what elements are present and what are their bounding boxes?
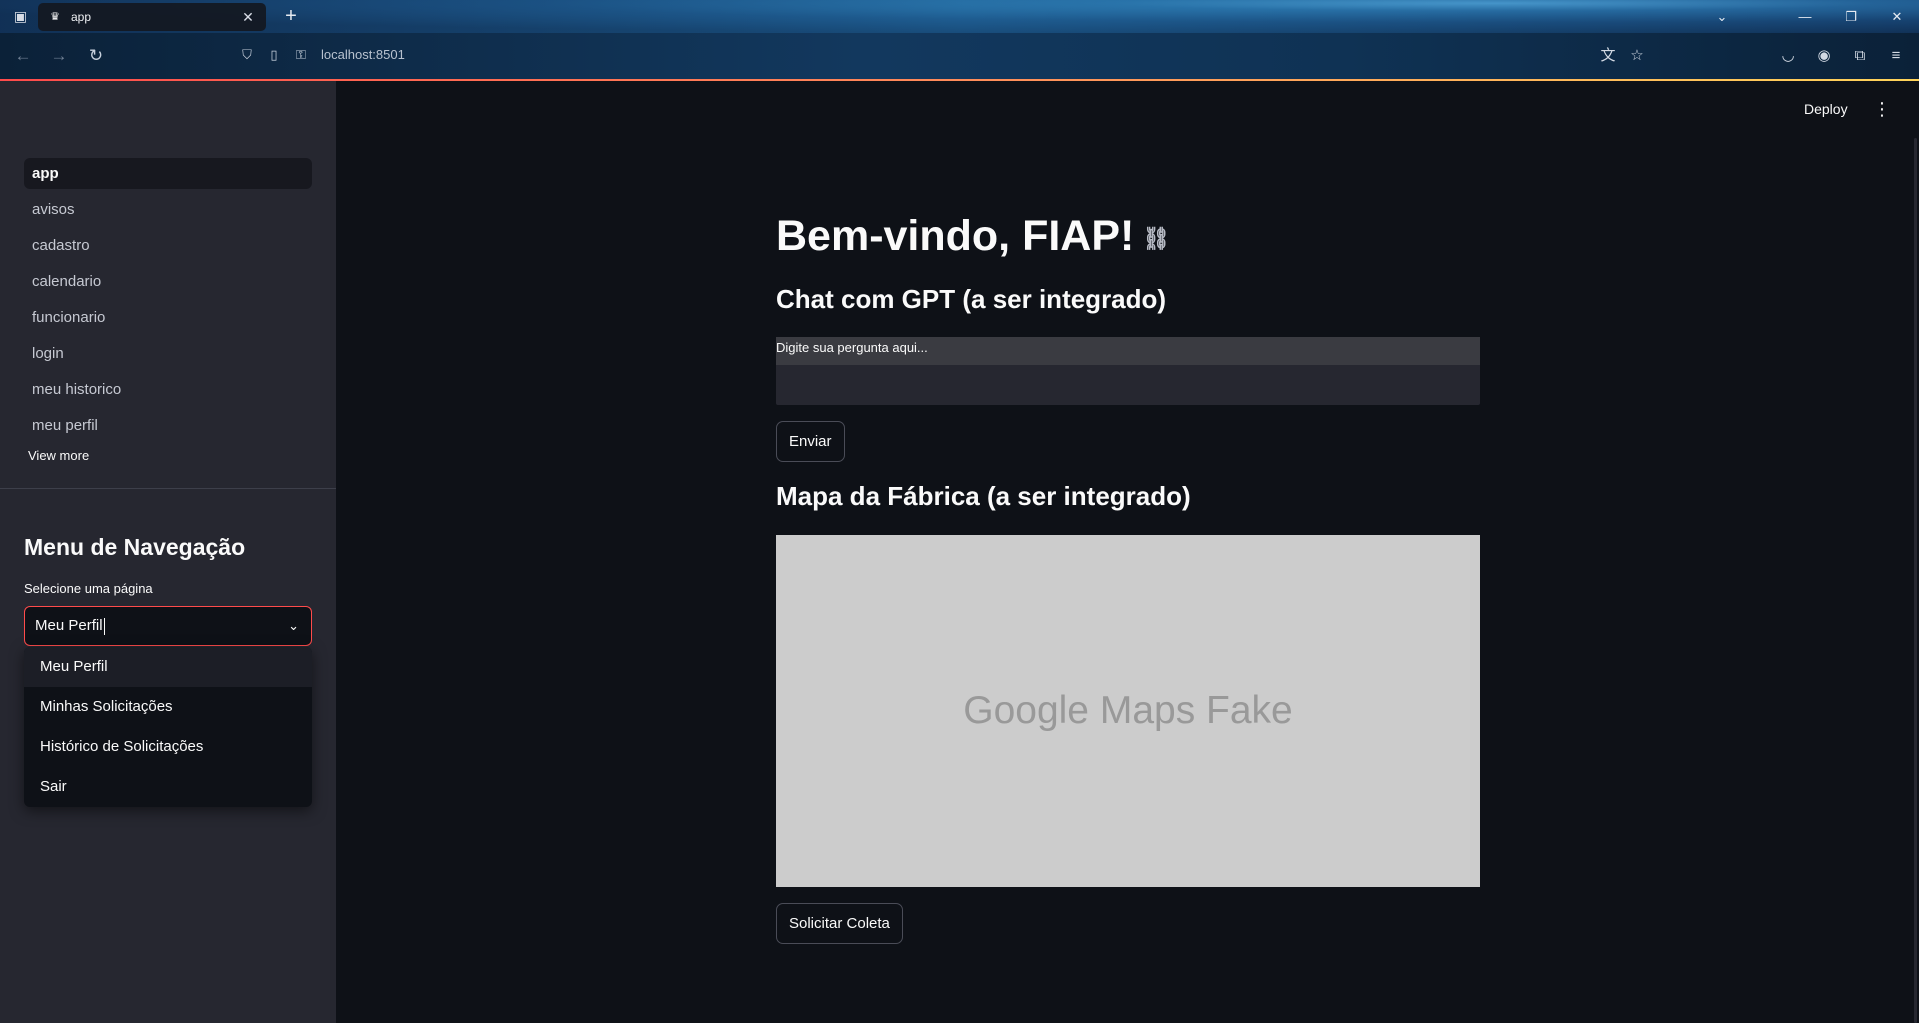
page-title-text: Bem-vindo, FIAP! <box>776 212 1135 260</box>
page-select[interactable]: Meu Perfil ⌄ <box>24 606 312 646</box>
map-image: Google Maps Fake <box>776 535 1480 887</box>
chat-input[interactable]: Digite sua pergunta aqui... <box>776 337 1480 405</box>
scrollbar[interactable] <box>1914 138 1917 1023</box>
account-icon[interactable]: ◉ <box>1813 45 1835 67</box>
page-title: Bem-vindo, FIAP! ⛓ <box>776 212 1170 261</box>
streamlit-app: app avisos cadastro calendario funcionar… <box>0 81 1919 1023</box>
restore-icon[interactable]: ❐ <box>1831 0 1871 33</box>
key-icon[interactable]: ⚿ <box>293 47 309 63</box>
streamlit-favicon-icon: ♛ <box>50 11 60 23</box>
sidebar-item-meu-perfil[interactable]: meu perfil <box>24 410 312 441</box>
browser-tab[interactable]: ♛ app ✕ <box>38 3 266 31</box>
sidebar-item-app[interactable]: app <box>24 158 312 189</box>
bookmark-star-icon[interactable]: ☆ <box>1626 45 1648 67</box>
minimize-icon[interactable]: — <box>1785 0 1825 33</box>
close-window-icon[interactable]: ✕ <box>1877 0 1917 33</box>
chevron-down-icon[interactable]: ⌄ <box>288 607 299 645</box>
page-nav: app avisos cadastro calendario funcionar… <box>24 158 312 446</box>
select-label: Selecione uma página <box>24 581 153 596</box>
sidebar-item-meu-historico[interactable]: meu historico <box>24 374 312 405</box>
option-meu-perfil[interactable]: Meu Perfil <box>24 647 312 687</box>
select-value: Meu Perfil <box>35 617 103 634</box>
new-tab-icon[interactable]: + <box>280 5 302 27</box>
tab-overview-icon[interactable]: ▣ <box>12 8 29 25</box>
forward-icon[interactable]: → <box>48 45 70 67</box>
text-cursor <box>103 617 105 635</box>
anchor-link-icon[interactable]: ⛓ <box>1142 226 1170 252</box>
close-tab-icon[interactable]: ✕ <box>240 9 256 26</box>
browser-nav-bar: ← → ↻ ⛉ ▯ ⚿ localhost:8501 文 ☆ ◡ ◉ ⧉ ≡ <box>0 33 1919 80</box>
chat-input-label: Digite sua pergunta aqui... <box>776 337 1480 365</box>
menu-title: Menu de Navegação <box>24 534 246 560</box>
sidebar-item-calendario[interactable]: calendario <box>24 266 312 297</box>
reload-icon[interactable]: ↻ <box>85 45 107 67</box>
shield-icon[interactable]: ⛉ <box>239 47 255 63</box>
menu-icon[interactable]: ≡ <box>1885 45 1907 67</box>
main-menu-icon[interactable]: ⋮ <box>1873 97 1891 121</box>
page-icon[interactable]: ▯ <box>266 47 282 63</box>
sidebar-item-login[interactable]: login <box>24 338 312 369</box>
tab-title: app <box>71 10 92 24</box>
option-sair[interactable]: Sair <box>24 767 312 807</box>
extensions-icon[interactable]: ⧉ <box>1849 45 1871 67</box>
url-bar[interactable]: ⛉ ▯ ⚿ localhost:8501 <box>233 38 1651 74</box>
map-heading: Mapa da Fábrica (a ser integrado) <box>776 481 1191 511</box>
browser-tab-bar: ▣ ♛ app ✕ + ⌄ — ❐ ✕ <box>0 0 1919 33</box>
sidebar-item-cadastro[interactable]: cadastro <box>24 230 312 261</box>
sidebar: app avisos cadastro calendario funcionar… <box>0 81 336 1023</box>
option-historico-solicitacoes[interactable]: Histórico de Solicitações <box>24 727 312 767</box>
sidebar-item-avisos[interactable]: avisos <box>24 194 312 225</box>
back-icon[interactable]: ← <box>12 45 34 67</box>
pocket-icon[interactable]: ◡ <box>1777 45 1799 67</box>
send-button[interactable]: Enviar <box>776 421 845 462</box>
list-tabs-icon[interactable]: ⌄ <box>1702 0 1742 33</box>
deploy-button[interactable]: Deploy <box>1804 101 1848 117</box>
translate-icon[interactable]: 文 <box>1597 45 1619 67</box>
sidebar-item-funcionario[interactable]: funcionario <box>24 302 312 333</box>
chat-heading: Chat com GPT (a ser integrado) <box>776 284 1167 314</box>
select-dropdown: Meu Perfil Minhas Solicitações Histórico… <box>24 647 312 807</box>
url-text[interactable]: localhost:8501 <box>321 47 405 62</box>
sidebar-divider <box>0 488 336 489</box>
request-pickup-button[interactable]: Solicitar Coleta <box>776 903 903 944</box>
option-minhas-solicitacoes[interactable]: Minhas Solicitações <box>24 687 312 727</box>
view-more-link[interactable]: View more <box>28 448 89 463</box>
